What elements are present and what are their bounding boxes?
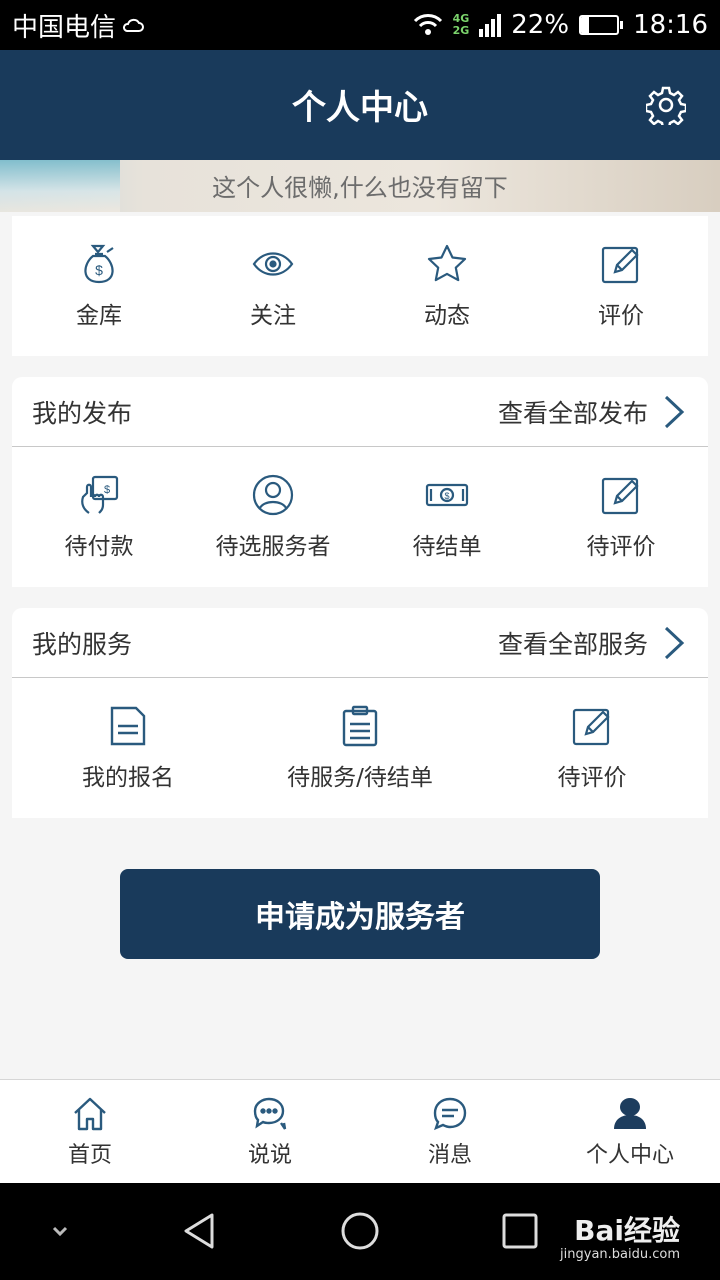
quick-action-review[interactable]: 评价 (534, 242, 708, 330)
carrier: 中国电信 (12, 7, 144, 44)
post-status-label: 待选服务者 (215, 534, 331, 560)
clipboard-icon (342, 705, 378, 747)
service-status-label: 待服务/待结单 (287, 765, 433, 791)
cloud-icon (123, 18, 144, 32)
service-status-pending[interactable]: 待服务/待结单 (244, 704, 476, 792)
clock: 18:16 (633, 10, 708, 40)
wifi-icon (413, 14, 442, 35)
banknote-icon: $ (425, 483, 469, 507)
page-title: 个人中心 (292, 88, 428, 128)
network-bottom-label: 2G (452, 24, 470, 37)
quick-action-label: 关注 (250, 303, 296, 329)
post-status-pending-settle[interactable]: $ 待结单 (360, 473, 534, 561)
tab-label: 首页 (67, 1142, 112, 1168)
battery-fill (581, 17, 589, 33)
carrier-name: 中国电信 (12, 12, 117, 43)
chevron-right-icon (664, 626, 685, 659)
recents-square-icon[interactable] (500, 1211, 540, 1251)
service-status-label: 待评价 (557, 765, 627, 791)
tab-profile[interactable]: 个人中心 (540, 1080, 720, 1183)
service-status-pending-review[interactable]: 待评价 (476, 704, 708, 792)
post-status-pending-payment[interactable]: $ 待付款 (12, 473, 186, 561)
my-services-card: 我的服务 查看全部服务 我的报名 待服务/待结单 待评价 (12, 608, 708, 818)
apply-provider-button[interactable]: 申请成为服务者 (120, 869, 600, 959)
post-status-label: 待付款 (64, 534, 134, 560)
battery-icon (579, 15, 624, 35)
watermark-url: jingyan.baidu.com (560, 1247, 680, 1262)
tab-home[interactable]: 首页 (0, 1080, 180, 1183)
my-posts-header: 我的发布 查看全部发布 (12, 377, 708, 447)
edit-icon (601, 477, 639, 515)
person-icon (614, 1097, 646, 1129)
tab-messages[interactable]: 消息 (360, 1080, 540, 1183)
view-all-posts-link[interactable]: 查看全部发布 (498, 393, 688, 431)
app-header: 个人中心 (0, 50, 720, 160)
document-icon (110, 706, 146, 746)
svg-text:$: $ (444, 491, 449, 501)
my-posts-card: 我的发布 查看全部发布 $ 待付款 待选服务者 $ 待结单 待评价 (12, 377, 708, 587)
watermark-brand: Bai经验 (574, 1214, 680, 1247)
quick-action-activity[interactable]: 动态 (360, 242, 534, 330)
tab-label: 消息 (427, 1142, 472, 1168)
edit-icon (572, 708, 610, 746)
section-title: 我的服务 (32, 629, 133, 659)
message-icon (433, 1097, 467, 1130)
status-bar: 中国电信 4G 2G 22% 18:16 (0, 0, 720, 50)
eye-icon (252, 252, 294, 276)
tab-label: 说说 (247, 1142, 292, 1168)
back-triangle-icon[interactable] (180, 1211, 220, 1251)
chevron-right-icon (664, 395, 685, 428)
view-all-label: 查看全部发布 (497, 398, 648, 428)
money-bag-icon: $ (84, 244, 114, 284)
service-status-signups[interactable]: 我的报名 (12, 704, 244, 792)
view-all-services-link[interactable]: 查看全部服务 (498, 624, 688, 662)
my-services-header: 我的服务 查看全部服务 (12, 608, 708, 678)
quick-action-follow[interactable]: 关注 (186, 242, 360, 330)
home-circle-icon[interactable] (340, 1211, 380, 1251)
quick-action-label: 评价 (598, 303, 644, 329)
edit-icon (601, 246, 639, 284)
chat-bubbles-icon (253, 1097, 287, 1130)
post-status-pending-review[interactable]: 待评价 (534, 473, 708, 561)
post-status-label: 待结单 (412, 534, 482, 560)
service-status-label: 我的报名 (82, 765, 174, 791)
touch-pay-icon: $ (81, 475, 119, 514)
quick-action-label: 金库 (76, 303, 122, 329)
home-icon (74, 1097, 106, 1130)
signal-icon (479, 14, 502, 37)
network-type: 4G 2G (453, 13, 470, 37)
view-all-label: 查看全部服务 (497, 629, 648, 659)
post-status-label: 待评价 (586, 534, 656, 560)
gear-icon[interactable] (646, 85, 686, 125)
quick-action-label: 动态 (424, 303, 470, 329)
post-status-choose-provider[interactable]: 待选服务者 (186, 473, 360, 561)
svg-text:$: $ (104, 484, 110, 496)
quick-actions-card: $ 金库 关注 动态 评价 (12, 216, 708, 356)
quick-action-vault[interactable]: $ 金库 (12, 242, 186, 330)
chevron-down-icon[interactable] (40, 1211, 80, 1251)
svg-text:$: $ (95, 262, 103, 278)
bottom-tab-bar: 首页 说说 消息 个人中心 (0, 1079, 720, 1183)
star-icon (427, 244, 467, 282)
tab-label: 个人中心 (585, 1142, 674, 1168)
user-circle-icon (252, 474, 294, 516)
user-signature: 这个人很懒,什么也没有留下 (212, 174, 508, 202)
tab-posts[interactable]: 说说 (180, 1080, 360, 1183)
profile-banner: 这个人很懒,什么也没有留下 (0, 160, 720, 212)
section-title: 我的发布 (32, 398, 133, 428)
battery-percent: 22% (511, 10, 570, 40)
system-nav-bar: Bai经验 jingyan.baidu.com (0, 1183, 720, 1280)
